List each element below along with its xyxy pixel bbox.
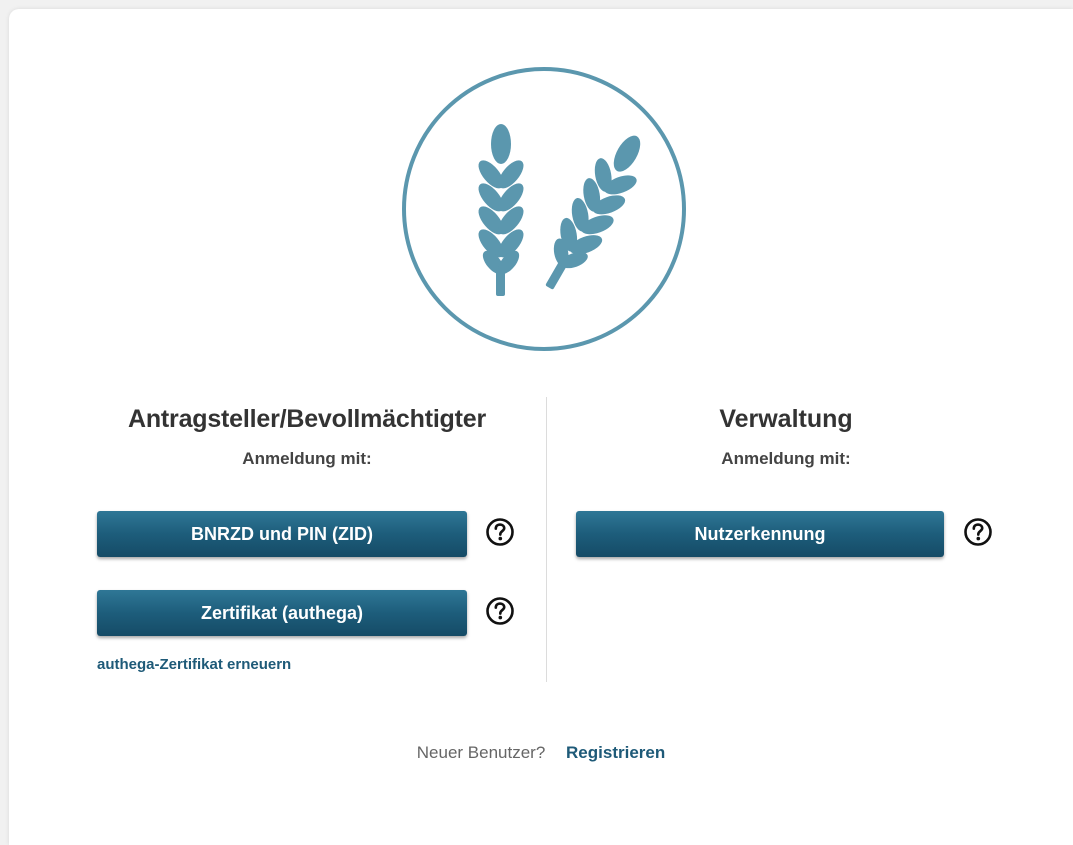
admin-section: Verwaltung Anmeldung mit: bbox=[576, 404, 996, 469]
applicant-title: Antragsteller/Bevollmächtigter bbox=[128, 405, 486, 433]
column-divider bbox=[546, 397, 547, 682]
bnrzd-pin-button[interactable]: BNRZD und PIN (ZID) bbox=[97, 511, 467, 557]
help-user-id-icon[interactable] bbox=[963, 517, 993, 547]
help-bnrzd-icon[interactable] bbox=[485, 517, 515, 547]
applicant-section: Antragsteller/Bevollmächtigter Anmeldung… bbox=[97, 404, 517, 469]
admin-title: Verwaltung bbox=[719, 405, 853, 433]
user-id-button-label: Nutzerkennung bbox=[694, 523, 826, 544]
renew-certificate-link[interactable]: authega-Zertifikat erneuern bbox=[97, 656, 291, 673]
applicant-subtitle: Anmeldung mit: bbox=[242, 449, 372, 468]
admin-subtitle: Anmeldung mit: bbox=[721, 449, 851, 468]
user-id-button[interactable]: Nutzerkennung bbox=[576, 511, 944, 557]
bnrzd-pin-button-label: BNRZD und PIN (ZID) bbox=[191, 523, 373, 544]
wheat-logo-icon bbox=[402, 67, 686, 351]
new-user-question: Neuer Benutzer? bbox=[416, 743, 546, 762]
certificate-authega-button[interactable]: Zertifikat (authega) bbox=[97, 590, 467, 636]
footer: Neuer Benutzer? Registrieren bbox=[9, 743, 1073, 763]
register-link[interactable]: Registrieren bbox=[566, 743, 665, 762]
help-certificate-icon[interactable] bbox=[485, 596, 515, 626]
certificate-button-label: Zertifikat (authega) bbox=[200, 602, 364, 623]
login-card: Antragsteller/Bevollmächtigter Anmeldung… bbox=[9, 9, 1073, 845]
